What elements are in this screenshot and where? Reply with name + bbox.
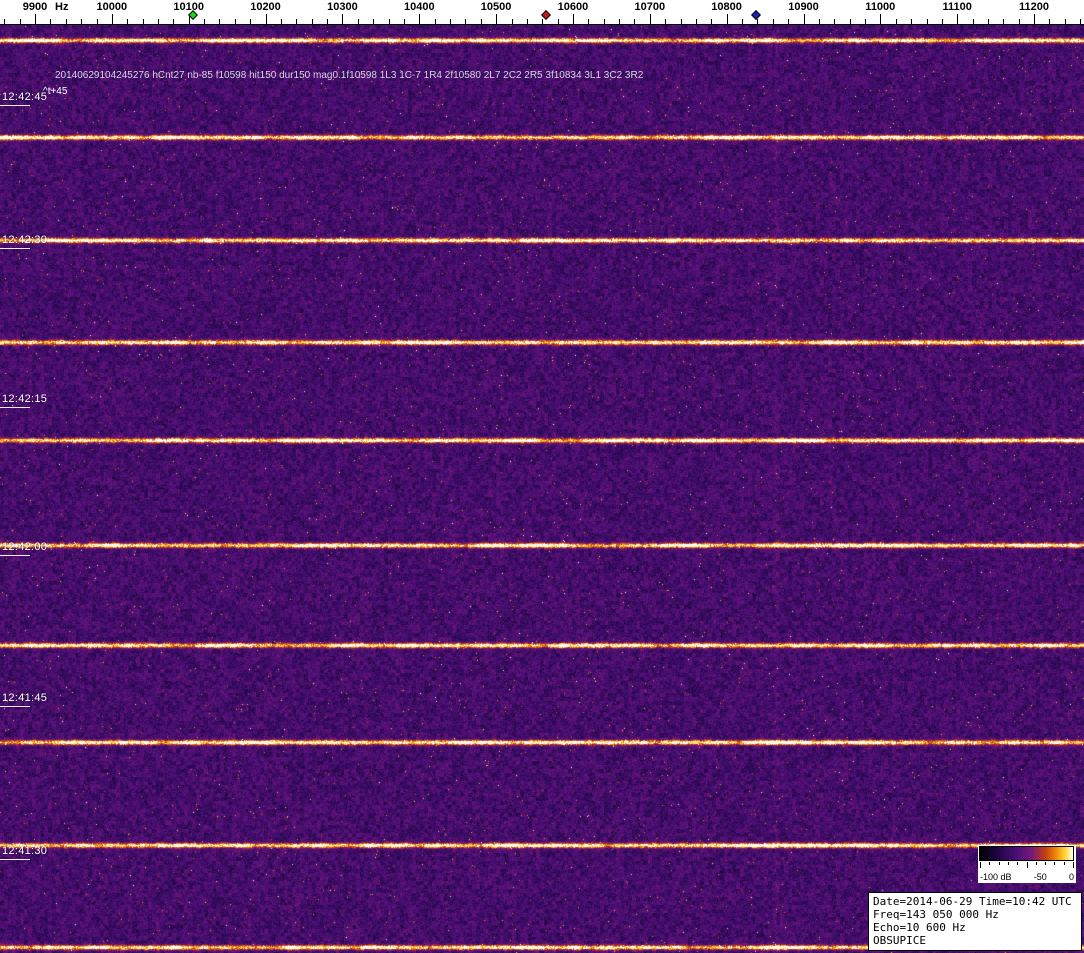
ruler-minor-tick: [250, 19, 252, 24]
ruler-freq-label: 11000: [865, 1, 896, 13]
ruler-freq-label: 10900: [788, 1, 819, 13]
ruler-major-tick: [496, 14, 498, 24]
ruler-major-tick: [649, 14, 651, 24]
ruler-minor-tick: [680, 19, 682, 24]
ruler-minor-tick: [711, 19, 713, 24]
ruler-minor-tick: [403, 19, 405, 24]
ruler-minor-tick: [619, 19, 621, 24]
ruler-minor-tick: [1003, 19, 1005, 24]
ruler-major-tick: [1034, 14, 1035, 24]
ruler-minor-tick: [526, 19, 528, 24]
ruler-freq-label: 10500: [480, 1, 512, 13]
ruler-freq-label: 11100: [942, 1, 972, 13]
ruler-minor-tick: [665, 19, 667, 24]
ruler-minor-tick: [972, 19, 974, 24]
ruler-minor-tick: [1080, 19, 1082, 24]
ruler-major-tick: [342, 14, 344, 24]
ruler-minor-tick: [96, 19, 98, 24]
ruler-major-tick: [957, 14, 959, 24]
ruler-unit-label: Hz: [55, 1, 69, 13]
ruler-minor-tick: [81, 19, 83, 24]
ruler-major-tick: [880, 14, 882, 24]
ruler-minor-tick: [1018, 19, 1020, 24]
ruler-minor-tick: [772, 19, 774, 24]
ruler-minor-tick: [357, 19, 359, 24]
ruler-freq-label: 10600: [557, 1, 589, 13]
ruler-minor-tick: [542, 19, 544, 24]
ruler-major-tick: [265, 14, 267, 24]
ruler-minor-tick: [19, 19, 21, 24]
ruler-freq-label: 10200: [250, 1, 281, 13]
ruler-freq-label: 10100: [173, 1, 204, 13]
ruler-major-tick: [803, 14, 805, 24]
ruler-minor-tick: [603, 19, 605, 24]
ruler-minor-tick: [1064, 19, 1066, 24]
ruler-minor-tick: [311, 19, 313, 24]
ruler-major-tick: [726, 14, 728, 24]
ruler-freq-label: 10000: [96, 1, 128, 13]
ruler-minor-tick: [1049, 19, 1051, 24]
spectrogram-window: 9900 10000 10100 10200 10300 10400 10500 10600 1…: [0, 0, 1084, 953]
ruler-freq-label: 10300: [327, 1, 358, 13]
ruler-minor-tick: [834, 19, 836, 24]
ruler-minor-tick: [634, 19, 636, 24]
ruler-minor-tick: [50, 19, 52, 24]
ruler-minor-tick: [557, 19, 559, 24]
blue-diamond-marker-icon: [750, 10, 761, 20]
ruler-major-tick: [35, 14, 36, 24]
ruler-minor-tick: [911, 19, 913, 24]
ruler-major-tick: [419, 14, 421, 24]
ruler-minor-tick: [142, 19, 144, 24]
ruler-freq-label: 10700: [634, 1, 666, 13]
ruler-minor-tick: [219, 19, 221, 24]
ruler-freq-label: 9900: [22, 1, 48, 13]
ruler-minor-tick: [388, 19, 390, 24]
ruler-minor-tick: [450, 19, 451, 24]
ruler-major-tick: [111, 14, 113, 24]
ruler-minor-tick: [204, 19, 206, 24]
ruler-minor-tick: [757, 19, 759, 24]
ruler-minor-tick: [373, 19, 375, 24]
ruler-minor-tick: [296, 19, 298, 24]
ruler-freq-label: 10400: [404, 1, 435, 13]
ruler-minor-tick: [4, 19, 6, 24]
ruler-minor-tick: [173, 19, 175, 24]
ruler-minor-tick: [65, 19, 67, 24]
ruler-minor-tick: [788, 19, 790, 24]
ruler-minor-tick: [465, 19, 467, 24]
ruler-minor-tick: [865, 19, 866, 24]
ruler-minor-tick: [280, 19, 282, 24]
ruler-minor-tick: [849, 19, 851, 24]
spectrogram-canvas: [0, 25, 1084, 953]
ruler-minor-tick: [742, 19, 743, 24]
ruler-minor-tick: [327, 19, 328, 24]
ruler-minor-tick: [480, 19, 482, 24]
ruler-minor-tick: [987, 19, 989, 24]
ruler-minor-tick: [588, 19, 590, 24]
ruler-minor-tick: [895, 19, 897, 24]
ruler-minor-tick: [926, 19, 928, 24]
frequency-ruler: 9900 10000 10100 10200 10300 10400 10500 10600 1…: [0, 0, 1084, 25]
ruler-minor-tick: [941, 19, 943, 24]
ruler-minor-tick: [127, 19, 129, 24]
ruler-minor-tick: [511, 19, 513, 24]
ruler-minor-tick: [695, 19, 697, 24]
ruler-major-tick: [572, 14, 574, 24]
ruler-freq-label: 11200: [1019, 1, 1049, 13]
ruler-freq-label: 10800: [711, 1, 742, 13]
ruler-minor-tick: [234, 19, 236, 24]
ruler-minor-tick: [818, 19, 820, 24]
ruler-minor-tick: [158, 19, 159, 24]
ruler-minor-tick: [434, 19, 436, 24]
